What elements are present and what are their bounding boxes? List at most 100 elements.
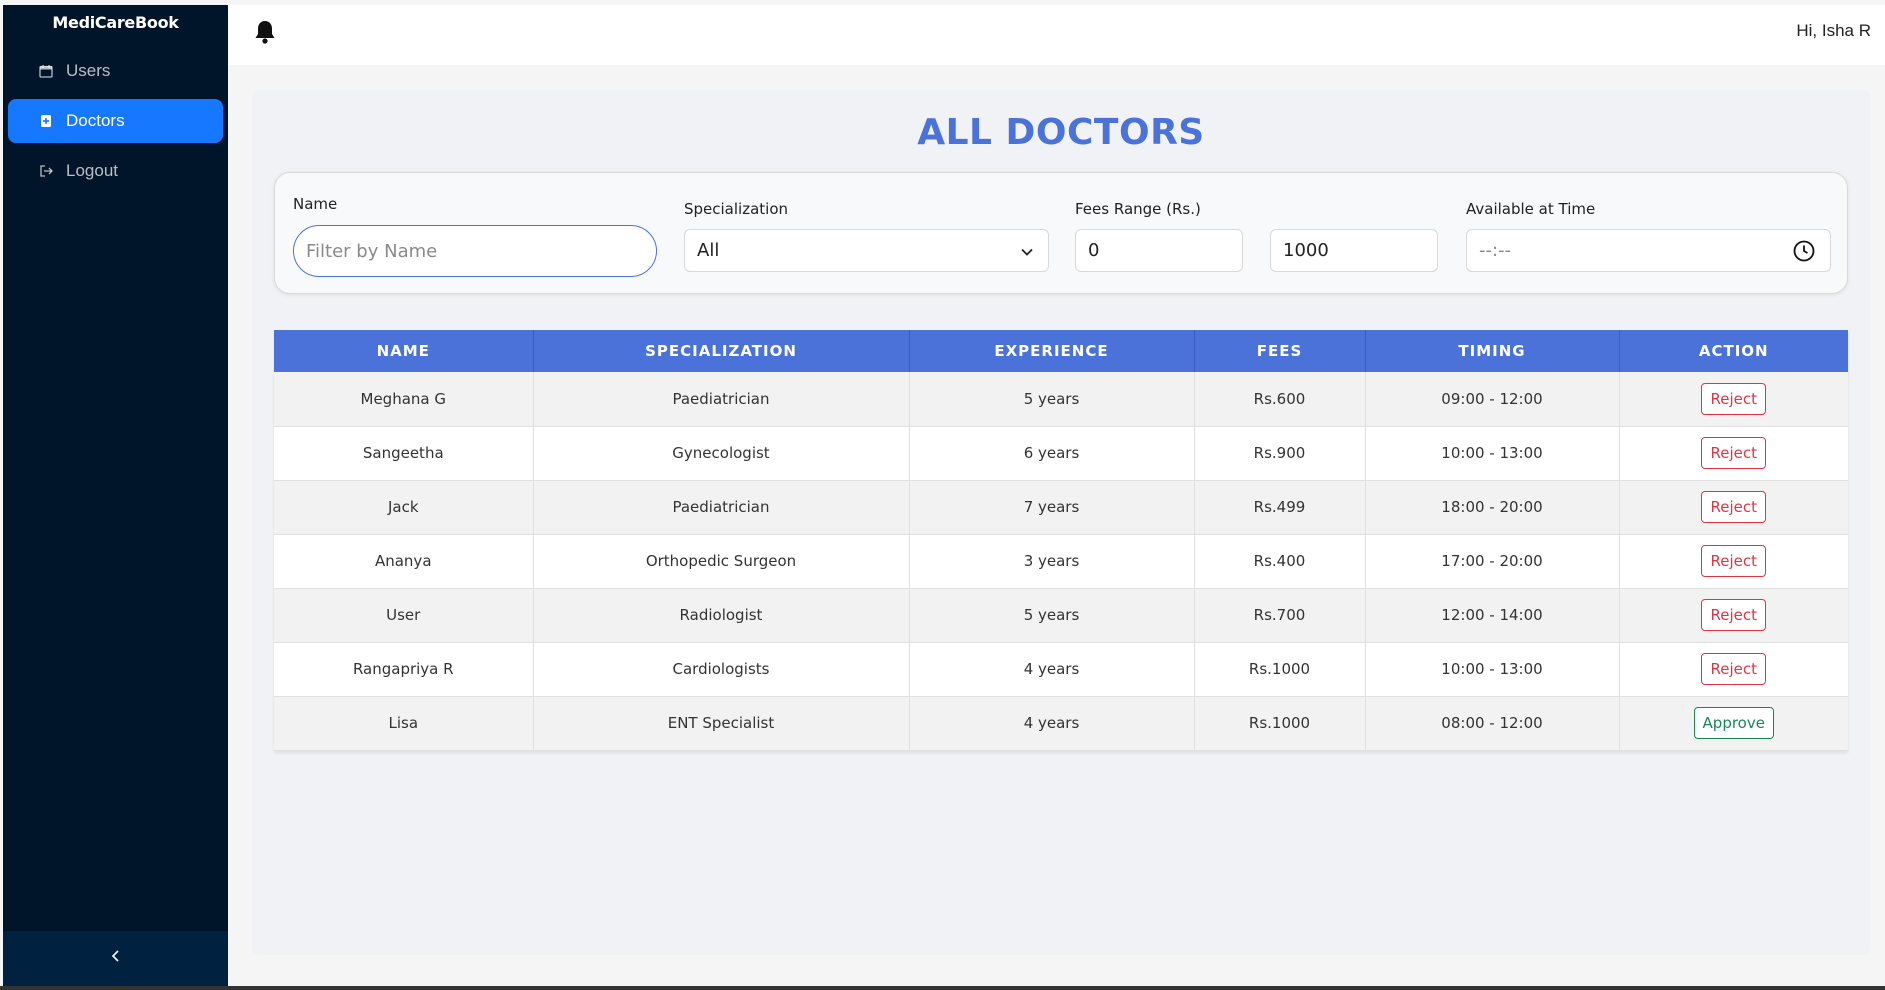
column-header-specialization: SPECIALIZATION: [533, 330, 910, 372]
column-header-name: NAME: [274, 330, 534, 372]
cell-fees: Rs.499: [1194, 480, 1366, 535]
cell-experience: 3 years: [909, 534, 1195, 589]
time-filter-label: Available at Time: [1466, 200, 1596, 218]
sidebar-item-users[interactable]: Users: [8, 49, 223, 93]
user-greeting: Hi, Isha R: [1796, 21, 1871, 40]
cell-specialization: Paediatrician: [533, 372, 910, 427]
cell-name: Jack: [274, 480, 534, 535]
cell-experience: 4 years: [909, 696, 1195, 751]
table-row: User Radiologist 5 years Rs.700 12:00 - …: [274, 588, 1848, 643]
cell-timing: 08:00 - 12:00: [1365, 696, 1620, 751]
cell-timing: 09:00 - 12:00: [1365, 372, 1620, 427]
cell-action: Reject: [1619, 642, 1848, 697]
name-filter-placeholder: Filter by Name: [306, 240, 438, 262]
table-row: Ananya Orthopedic Surgeon 3 years Rs.400…: [274, 534, 1848, 589]
fees-min-input[interactable]: 0: [1075, 229, 1243, 272]
approve-button[interactable]: Approve: [1693, 707, 1774, 739]
cell-name: Lisa: [274, 696, 534, 751]
cell-name: Sangeetha: [274, 426, 534, 481]
specialization-value: All: [697, 240, 720, 261]
cell-timing: 10:00 - 13:00: [1365, 642, 1620, 697]
cell-fees: Rs.400: [1194, 534, 1366, 589]
table-row: Sangeetha Gynecologist 6 years Rs.900 10…: [274, 426, 1848, 481]
sidebar-item-logout[interactable]: Logout: [8, 149, 223, 193]
specialization-label: Specialization: [684, 200, 789, 218]
table-header-row: NAME SPECIALIZATION EXPERIENCE FEES TIMI…: [274, 330, 1848, 372]
reject-button[interactable]: Reject: [1701, 653, 1766, 685]
reject-button[interactable]: Reject: [1701, 545, 1766, 577]
cell-action: Reject: [1619, 426, 1848, 481]
table-row: Lisa ENT Specialist 4 years Rs.1000 08:0…: [274, 696, 1848, 751]
cell-specialization: Gynecologist: [533, 426, 910, 481]
cell-action: Reject: [1619, 480, 1848, 535]
table-row: Rangapriya R Cardiologists 4 years Rs.10…: [274, 642, 1848, 697]
cell-experience: 6 years: [909, 426, 1195, 481]
table-row: Jack Paediatrician 7 years Rs.499 18:00 …: [274, 480, 1848, 535]
fees-max-value: 1000: [1283, 240, 1329, 261]
cell-action: Reject: [1619, 534, 1848, 589]
top-header: Hi, Isha R: [228, 5, 1885, 65]
clock-icon[interactable]: [1792, 239, 1816, 263]
cell-experience: 4 years: [909, 642, 1195, 697]
reject-button[interactable]: Reject: [1701, 382, 1766, 415]
cell-name: Ananya: [274, 534, 534, 589]
sidebar-item-doctors[interactable]: Doctors: [8, 99, 223, 143]
cell-timing: 18:00 - 20:00: [1365, 480, 1620, 535]
fees-min-value: 0: [1088, 240, 1100, 261]
page-title: ALL DOCTORS: [917, 112, 1205, 153]
cell-fees: Rs.1000: [1194, 642, 1366, 697]
cell-experience: 7 years: [909, 480, 1195, 535]
filter-panel: Name Filter by Name Specialization All F…: [274, 172, 1848, 294]
main-content: ALL DOCTORS Name Filter by Name Speciali…: [252, 90, 1870, 955]
time-placeholder: --:--: [1479, 240, 1512, 261]
cell-specialization: Radiologist: [533, 588, 910, 643]
cell-experience: 5 years: [909, 588, 1195, 643]
chevron-left-icon: [109, 949, 123, 968]
cell-timing: 17:00 - 20:00: [1365, 534, 1620, 589]
reject-button[interactable]: Reject: [1701, 437, 1766, 469]
logout-icon: [38, 163, 54, 179]
reject-button[interactable]: Reject: [1701, 599, 1766, 631]
chevron-down-icon: [1020, 243, 1034, 257]
medical-icon: [38, 113, 54, 129]
cell-specialization: Paediatrician: [533, 480, 910, 535]
cell-timing: 12:00 - 14:00: [1365, 588, 1620, 643]
doctors-table: NAME SPECIALIZATION EXPERIENCE FEES TIMI…: [274, 330, 1848, 751]
cell-fees: Rs.600: [1194, 372, 1366, 427]
cell-fees: Rs.900: [1194, 426, 1366, 481]
name-filter-label: Name: [293, 195, 338, 213]
column-header-action: ACTION: [1619, 330, 1848, 372]
sidebar-item-label: Doctors: [66, 111, 125, 130]
cell-action: Reject: [1619, 588, 1848, 643]
sidebar-collapse-button[interactable]: [3, 931, 228, 986]
cell-name: User: [274, 588, 534, 643]
sidebar-menu: Users Doctors Logout: [3, 49, 228, 193]
time-filter-input[interactable]: --:--: [1466, 229, 1831, 272]
cell-experience: 5 years: [909, 372, 1195, 427]
cell-action: Reject: [1619, 372, 1848, 427]
fees-range-label: Fees Range (Rs.): [1075, 200, 1201, 218]
cell-specialization: ENT Specialist: [533, 696, 910, 751]
cell-name: Rangapriya R: [274, 642, 534, 697]
cell-action: Approve: [1619, 696, 1848, 751]
table-row: Meghana G Paediatrician 5 years Rs.600 0…: [274, 372, 1848, 427]
sidebar-item-label: Users: [66, 61, 111, 80]
app-logo: MediCareBook: [52, 13, 179, 32]
reject-button[interactable]: Reject: [1701, 491, 1766, 523]
bell-icon[interactable]: [253, 19, 277, 45]
window-bottom-border: [0, 986, 1885, 990]
calendar-icon: [38, 63, 54, 79]
sidebar: MediCareBook Users Doctors Logout: [3, 5, 228, 986]
cell-fees: Rs.1000: [1194, 696, 1366, 751]
cell-timing: 10:00 - 13:00: [1365, 426, 1620, 481]
name-filter-input[interactable]: Filter by Name: [293, 225, 657, 277]
column-header-experience: EXPERIENCE: [909, 330, 1195, 372]
fees-max-input[interactable]: 1000: [1270, 229, 1438, 272]
cell-specialization: Cardiologists: [533, 642, 910, 697]
column-header-timing: TIMING: [1365, 330, 1620, 372]
cell-name: Meghana G: [274, 372, 534, 427]
column-header-fees: FEES: [1194, 330, 1366, 372]
cell-specialization: Orthopedic Surgeon: [533, 534, 910, 589]
specialization-select[interactable]: All: [684, 229, 1049, 272]
sidebar-item-label: Logout: [66, 161, 118, 180]
